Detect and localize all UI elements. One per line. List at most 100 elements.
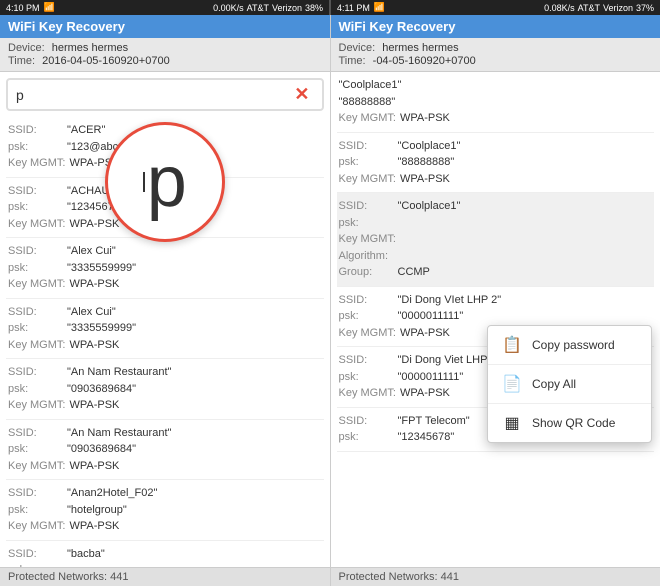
psk-value: "0000011111" xyxy=(398,369,464,386)
cursor-line xyxy=(143,172,145,192)
ssid-value: "FPT Telecom" xyxy=(398,413,470,430)
ssid-value: "Anan2Hotel_F02" xyxy=(67,485,157,502)
psk-value: "3335559999" xyxy=(67,260,136,277)
context-menu: 📋 Copy password 📄 Copy All ▦ Show QR Cod… xyxy=(487,325,652,443)
keymgmt-value: WPA-PSK xyxy=(400,171,450,188)
right-time-row: Time: -04-05-160920+0700 xyxy=(339,55,653,67)
ssid-value: "Coolplace1" xyxy=(398,198,461,215)
list-item[interactable]: SSID:"bacba" psk: xyxy=(6,541,324,568)
right-device-label: Device: xyxy=(339,42,376,54)
ssid-label: SSID: xyxy=(339,413,394,430)
carrier-att-left: AT&T xyxy=(247,3,269,13)
ssid-value: "ACER" xyxy=(67,122,105,139)
ssid-value: "Coolplace1" xyxy=(339,77,402,94)
left-footer-text: Protected Networks: 441 xyxy=(8,571,128,583)
psk-value: "0903689684" xyxy=(67,381,136,398)
keymgmt-value: WPA-PSK xyxy=(69,397,119,414)
ssid-label: SSID: xyxy=(8,183,63,200)
left-device-label: Device: xyxy=(8,42,45,54)
psk-value: "88888888" xyxy=(398,154,455,171)
carrier-att-right: AT&T xyxy=(578,3,600,13)
psk-label: psk: xyxy=(339,308,394,325)
panels-container: WiFi Key Recovery Device: hermes hermes … xyxy=(0,15,660,586)
list-item[interactable]: SSID:"An Nam Restaurant" psk:"0903689684… xyxy=(6,359,324,420)
list-item[interactable]: SSID:"Anan2Hotel_F02" psk:"hotelgroup" K… xyxy=(6,480,324,541)
ssid-value: "Di Dong VIet LHP 2" xyxy=(398,292,502,309)
right-panel: WiFi Key Recovery Device: hermes hermes … xyxy=(331,15,660,586)
show-qr-item[interactable]: ▦ Show QR Code xyxy=(488,404,651,442)
list-item[interactable]: SSID:"An Nam Restaurant" psk:"0903689684… xyxy=(6,420,324,481)
ssid-value: "An Nam Restaurant" xyxy=(67,364,171,381)
status-bar-right: 4:11 PM 📶 0.08K/s AT&T Verizon 37% xyxy=(331,0,660,15)
right-network-list[interactable]: "Coolplace1" "88888888" Key MGMT:WPA-PSK… xyxy=(331,72,660,567)
keymgmt-label: Key MGMT: xyxy=(8,276,65,293)
psk-label: psk: xyxy=(339,369,394,386)
left-footer: Protected Networks: 441 xyxy=(0,567,330,586)
ssid-label: SSID: xyxy=(8,485,63,502)
ssid-value: "Alex Cui" xyxy=(67,243,116,260)
right-footer-text: Protected Networks: 441 xyxy=(339,571,459,583)
keymgmt-label: Key MGMT: xyxy=(8,397,65,414)
list-item[interactable]: "Coolplace1" "88888888" Key MGMT:WPA-PSK xyxy=(337,72,655,133)
psk-value: "0000011111" xyxy=(398,308,464,325)
keymgmt-label: Key MGMT: xyxy=(8,216,65,233)
ssid-value: "bacba" xyxy=(67,546,105,563)
ssid-label: SSID: xyxy=(8,425,63,442)
left-time-row: Time: 2016-04-05-160920+0700 xyxy=(8,55,322,67)
psk-value: "88888888" xyxy=(339,94,396,111)
keymgmt-value: WPA-PSK xyxy=(400,110,450,127)
search-clear-button[interactable]: ✕ xyxy=(290,84,313,105)
time-left: 4:10 PM xyxy=(6,3,40,13)
keymgmt-label: Key MGMT: xyxy=(339,385,396,402)
left-device-value: hermes hermes xyxy=(52,42,128,54)
battery-right: 37% xyxy=(636,3,654,13)
group-value: CCMP xyxy=(398,264,430,281)
copy-password-label: Copy password xyxy=(532,338,615,352)
search-bar[interactable]: ✕ xyxy=(6,78,324,111)
keymgmt-value: WPA-PSK xyxy=(69,518,119,535)
list-item[interactable]: SSID:"Coolplace1" psk:"88888888" Key MGM… xyxy=(337,133,655,194)
network-speed-right: 0.08K/s xyxy=(544,3,575,13)
ssid-label: SSID: xyxy=(339,292,394,309)
ssid-label: SSID: xyxy=(339,138,394,155)
left-time-label: Time: xyxy=(8,55,35,67)
psk-label: psk: xyxy=(8,199,63,216)
search-input[interactable] xyxy=(16,87,290,103)
keymgmt-label: Key MGMT: xyxy=(8,155,65,172)
network-speed-left: 0.00K/s xyxy=(213,3,244,13)
right-device-row: Device: hermes hermes xyxy=(339,42,653,54)
psk-label: psk: xyxy=(8,441,63,458)
keymgmt-value: WPA-PSK xyxy=(400,325,450,342)
carrier-verizon-left: Verizon xyxy=(272,3,302,13)
keymgmt-label: Key MGMT: xyxy=(339,171,396,188)
left-panel: WiFi Key Recovery Device: hermes hermes … xyxy=(0,15,331,586)
ssid-label: SSID: xyxy=(8,122,63,139)
status-bar-left: 4:10 PM 📶 0.00K/s AT&T Verizon 38% xyxy=(0,0,329,15)
copy-all-item[interactable]: 📄 Copy All xyxy=(488,365,651,404)
psk-label: psk: xyxy=(339,429,394,446)
list-item[interactable]: SSID:"Alex Cui" psk:"3335559999" Key MGM… xyxy=(6,238,324,299)
p-char: p xyxy=(147,141,187,223)
signal-left: 📶 xyxy=(44,2,55,13)
status-left-info-right: 4:11 PM 📶 xyxy=(337,2,385,13)
right-app-header: WiFi Key Recovery xyxy=(331,15,660,38)
psk-label: psk: xyxy=(8,502,63,519)
keymgmt-label: Key MGMT: xyxy=(8,337,65,354)
right-time-value: -04-05-160920+0700 xyxy=(373,55,476,67)
ssid-label: SSID: xyxy=(8,364,63,381)
ssid-label: SSID: xyxy=(339,352,394,369)
keymgmt-value: WPA-PSK xyxy=(69,337,119,354)
left-app-info: Device: hermes hermes Time: 2016-04-05-1… xyxy=(0,38,330,72)
copy-password-item[interactable]: 📋 Copy password xyxy=(488,326,651,365)
ssid-label: SSID: xyxy=(339,198,394,215)
copy-password-icon: 📋 xyxy=(502,335,522,355)
ssid-label: SSID: xyxy=(8,546,63,563)
copy-all-label: Copy All xyxy=(532,377,576,391)
status-bars: 4:10 PM 📶 0.00K/s AT&T Verizon 38% 4:11 … xyxy=(0,0,660,15)
list-item[interactable]: SSID:"Alex Cui" psk:"3335559999" Key MGM… xyxy=(6,299,324,360)
right-device-value: hermes hermes xyxy=(382,42,458,54)
list-item[interactable]: SSID:"Coolplace1" psk: Key MGMT: Algorit… xyxy=(337,193,655,287)
carrier-verizon-right: Verizon xyxy=(603,3,633,13)
left-device-row: Device: hermes hermes xyxy=(8,42,322,54)
keymgmt-label: Key MGMT: xyxy=(339,110,396,127)
